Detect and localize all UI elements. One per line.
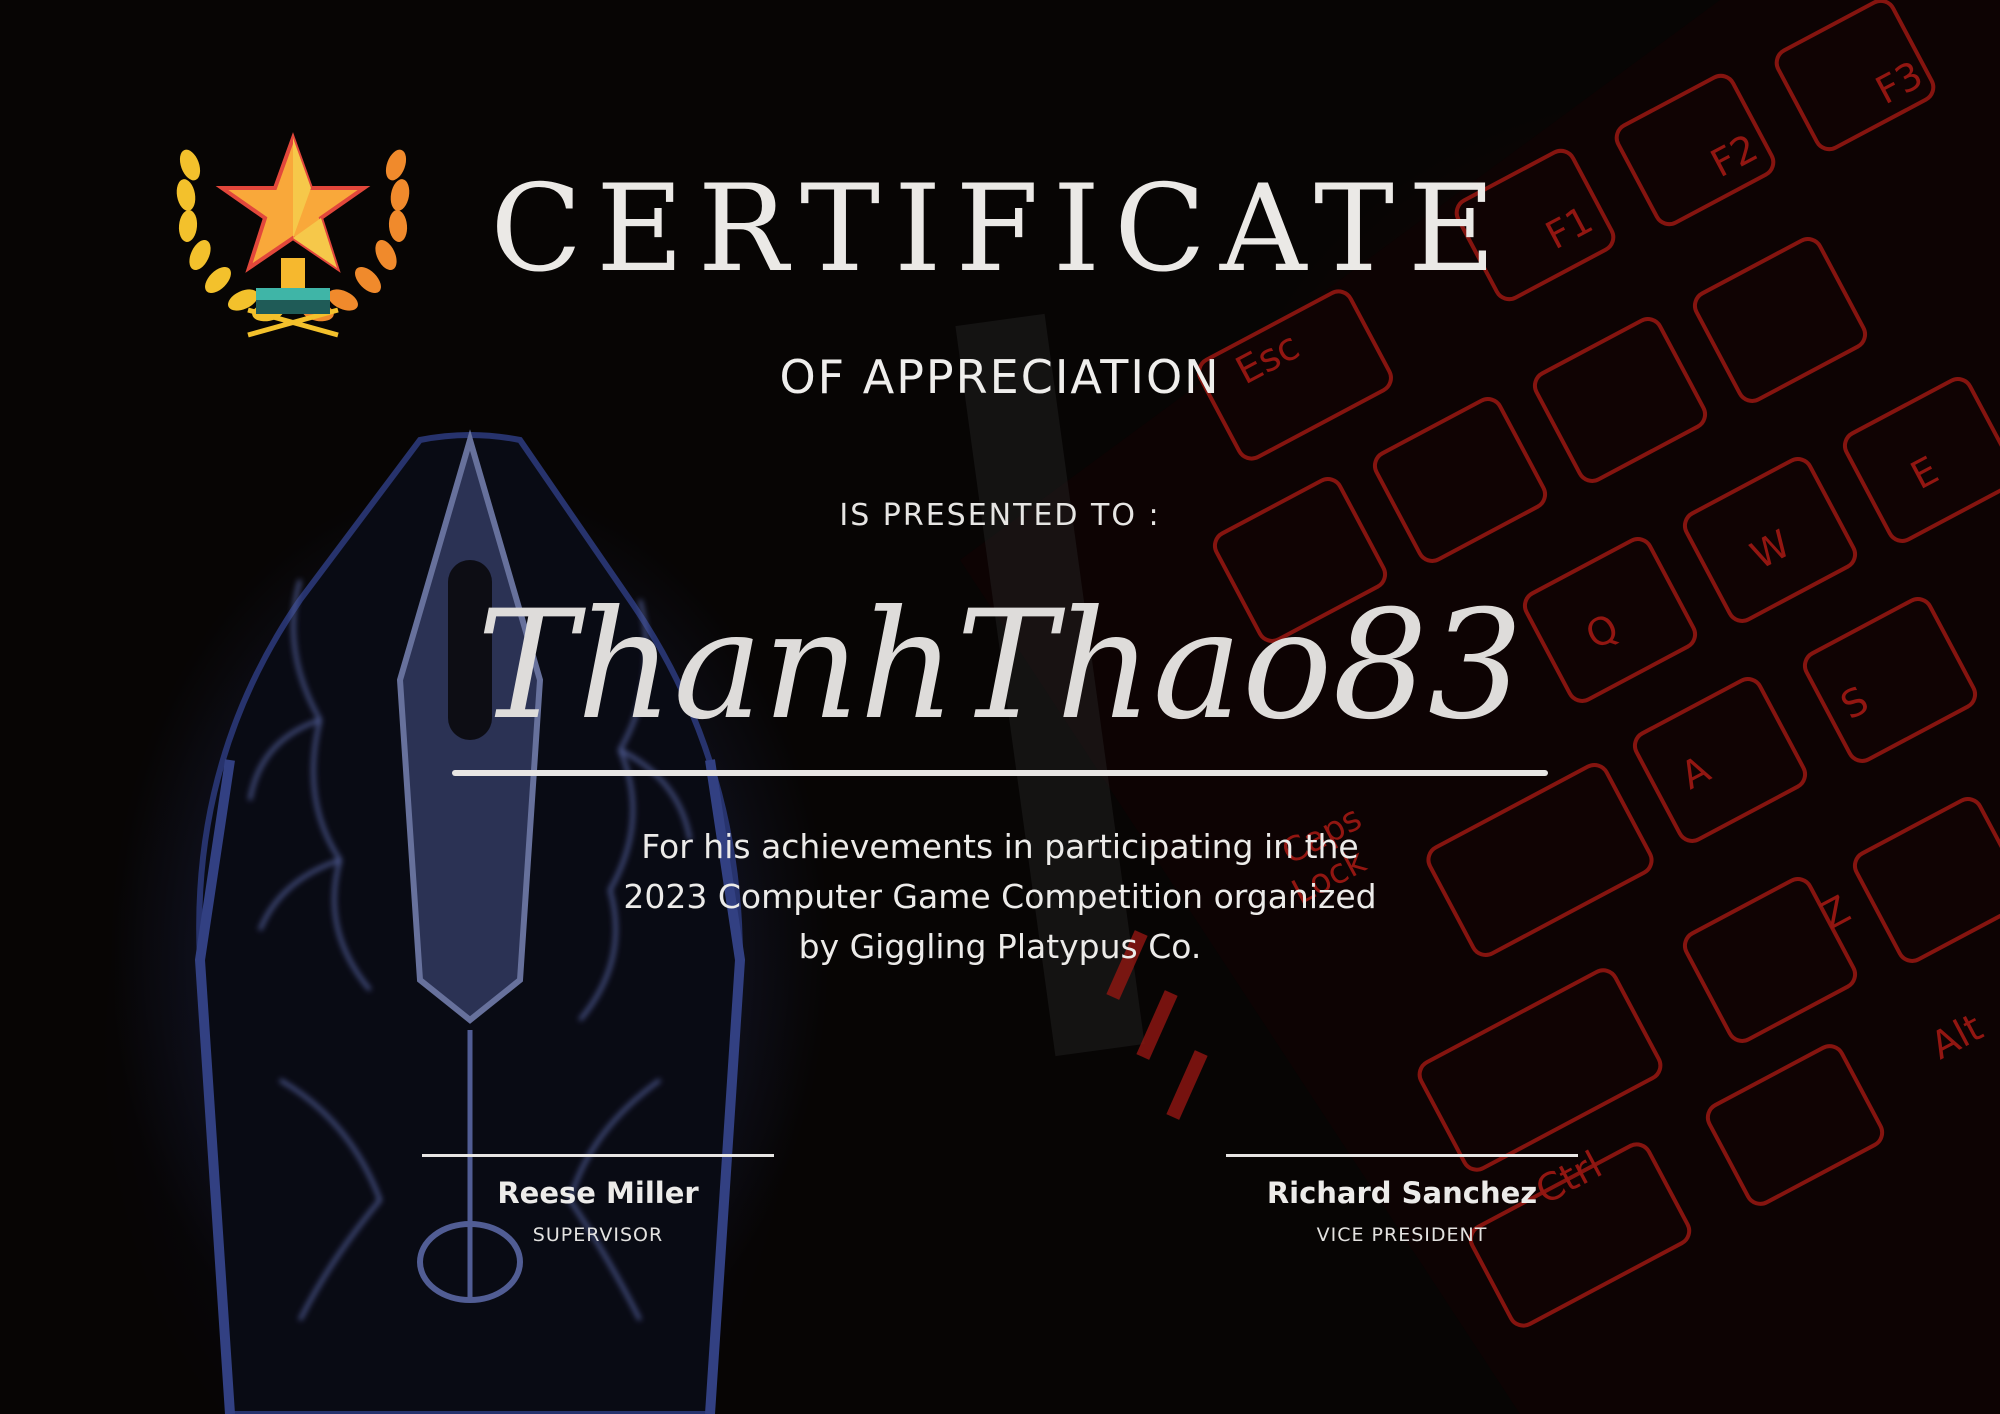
certificate: F1 F2 F3 Esc Caps Lock Ctrl Alt Q W E A …	[0, 0, 2000, 1414]
signature-line-right	[1226, 1154, 1578, 1157]
signature-line-left	[422, 1154, 774, 1157]
certificate-title: CERTIFICATE	[490, 160, 1510, 299]
signatory-name-right: Richard Sanchez	[1266, 1176, 1538, 1210]
recipient-name: ThanhThao83	[476, 579, 1524, 753]
signatory-name-left: Reese Miller	[497, 1176, 699, 1210]
presented-to-label: IS PRESENTED TO :	[839, 498, 1161, 533]
signatory-role-left: SUPERVISOR	[532, 1224, 664, 1246]
certificate-description: For his achievements in participating in…	[0, 822, 2000, 972]
description-line: 2023 Computer Game Competition organized	[623, 877, 1377, 916]
description-line: For his achievements in participating in…	[641, 827, 1359, 866]
certificate-subtitle: OF APPRECIATION	[779, 350, 1221, 404]
recipient-underline	[452, 770, 1548, 776]
description-line: by Giggling Platypus Co.	[798, 927, 1202, 966]
signatory-role-right: VICE PRESIDENT	[1316, 1224, 1488, 1246]
